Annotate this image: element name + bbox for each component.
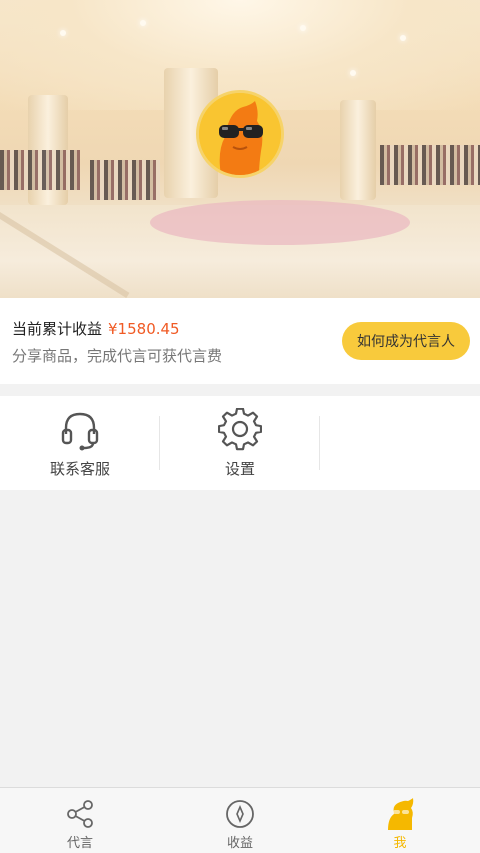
headset-icon: [61, 412, 99, 451]
mall-pillar: [340, 100, 376, 200]
ceiling-light: [300, 25, 306, 31]
earnings-title: 当前累计收益 ¥1580.45: [12, 318, 180, 339]
profile-banner: [0, 0, 480, 298]
how-to-become-endorser-button[interactable]: 如何成为代言人: [342, 322, 470, 360]
store-shelf: [0, 150, 80, 190]
earnings-subtitle: 分享商品，完成代言可获代言费: [12, 347, 223, 365]
share-icon: [67, 800, 93, 828]
tab-label: 我: [393, 836, 407, 851]
store-shelf: [90, 160, 160, 200]
divider: [319, 416, 320, 470]
tool-label: 设置: [224, 460, 255, 478]
tab-endorse[interactable]: 代言: [0, 788, 160, 853]
avatar[interactable]: [196, 90, 284, 178]
profile-icon: [388, 798, 414, 830]
store-shelf: [380, 145, 480, 185]
tab-earnings[interactable]: 收益: [160, 788, 320, 853]
gear-icon: [218, 408, 262, 451]
ceiling-light: [60, 30, 66, 36]
tools-grid: 联系客服 设置: [0, 396, 480, 490]
ceiling-light: [350, 70, 356, 76]
tool-settings[interactable]: 设置: [160, 396, 320, 490]
floor-rug: [150, 200, 410, 245]
tab-label: 收益: [226, 836, 253, 851]
earnings-amount: ¥1580.45: [108, 320, 180, 338]
tab-label: 代言: [66, 836, 93, 851]
earnings-title-label: 当前累计收益: [12, 320, 103, 338]
ceiling-light: [400, 35, 406, 41]
tool-customer-service[interactable]: 联系客服: [0, 396, 160, 490]
compass-icon: [226, 800, 254, 828]
bottom-tab-bar: 代言 收益 我: [0, 787, 480, 853]
earnings-card: 当前累计收益 ¥1580.45 分享商品，完成代言可获代言费 如何成为代言人: [0, 298, 480, 384]
tab-me[interactable]: 我: [320, 788, 480, 853]
tool-label: 联系客服: [49, 460, 110, 478]
ceiling-light: [140, 20, 146, 26]
avatar-character-icon: [199, 93, 281, 175]
